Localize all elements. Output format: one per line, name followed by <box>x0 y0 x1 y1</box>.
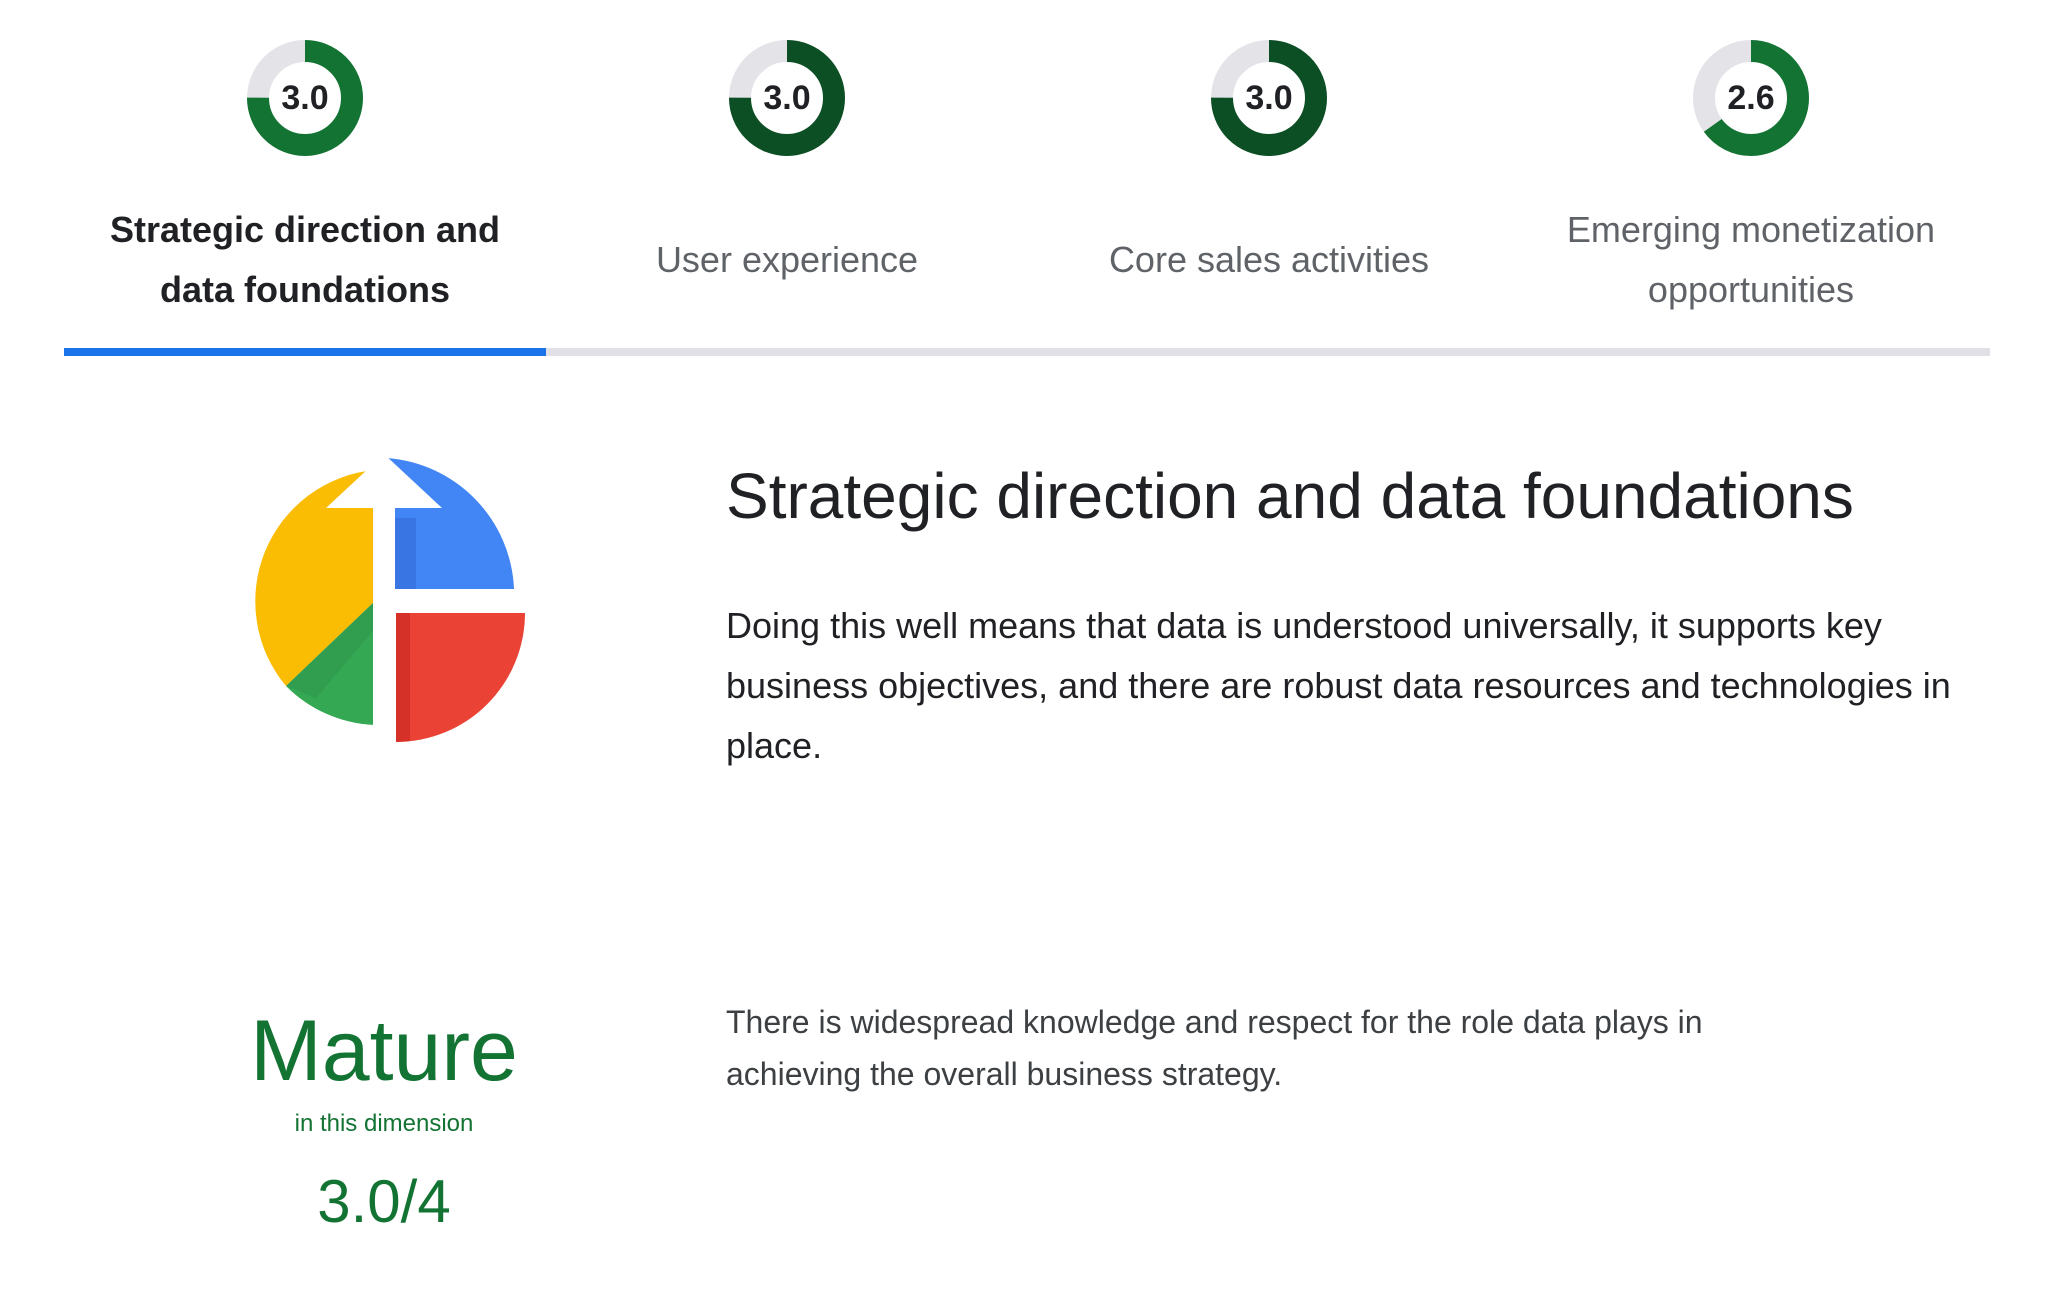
score-value: 2.6 <box>1727 79 1775 117</box>
maturity-level: Mature <box>250 1003 518 1099</box>
tab-label: Core sales activities <box>1108 239 1430 280</box>
score-value: 3.0 <box>763 79 811 117</box>
tab-label: Emerging monetization opportunities <box>1566 209 1936 310</box>
maturity-summary: Mature in this dimension 3.0/4 <box>214 996 554 1242</box>
active-tab-indicator <box>64 348 546 356</box>
maturity-subtitle: in this dimension <box>294 1110 474 1137</box>
page: 3.0 Strategic direction and data foundat… <box>0 0 2048 1308</box>
score-value: 3.0 <box>1245 79 1293 117</box>
tab-emerging-monetization[interactable]: 2.6 Emerging monetization opportunities <box>1510 0 1992 352</box>
section-description: Doing this well means that data is under… <box>726 605 1951 766</box>
maturity-score: 3.0/4 <box>317 1168 451 1235</box>
tab-label: Strategic direction and data foundations <box>109 209 501 310</box>
tab-user-experience[interactable]: 3.0 User experience <box>546 0 1028 352</box>
maturity-description: There is widespread knowledge and respec… <box>726 1004 1703 1092</box>
tab-strategic-direction[interactable]: 3.0 Strategic direction and data foundat… <box>64 0 546 352</box>
strategy-pie-chart-arrow-icon <box>244 454 528 754</box>
tab-label: User experience <box>655 239 919 280</box>
dimension-tabs: 3.0 Strategic direction and data foundat… <box>64 0 1990 358</box>
tab-core-sales-activities[interactable]: 3.0 Core sales activities <box>1028 0 1510 352</box>
score-gauge: 2.6 <box>1693 40 1809 156</box>
score-gauge: 3.0 <box>1211 40 1327 156</box>
score-gauge: 3.0 <box>247 40 363 156</box>
score-value: 3.0 <box>281 79 329 117</box>
score-gauge: 3.0 <box>729 40 845 156</box>
section-title: Strategic direction and data foundations <box>726 460 1854 532</box>
